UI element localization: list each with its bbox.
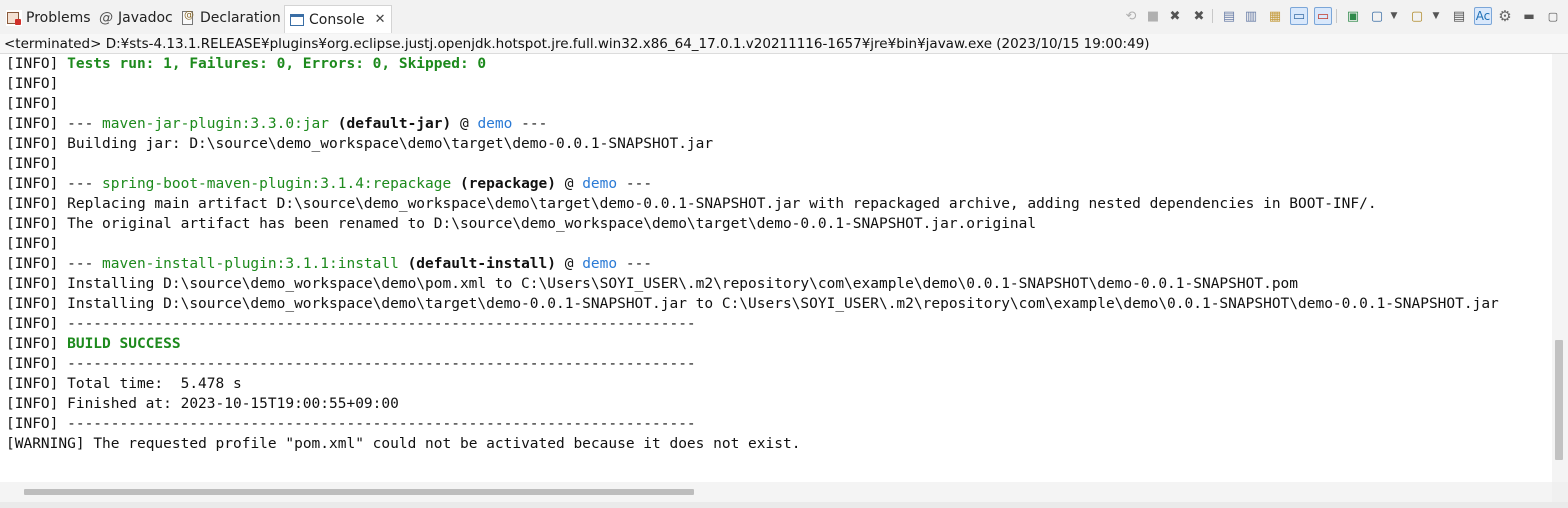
console-line: [INFO] --- maven-install-plugin:3.1.1:in… (6, 256, 653, 272)
show-when-stdout-icon[interactable]: ▦ (1266, 7, 1284, 25)
vertical-scroll-thumb[interactable] (1555, 340, 1563, 460)
vertical-scrollbar[interactable] (1552, 54, 1568, 482)
console-line: [INFO] Building jar: D:\source\demo_work… (6, 136, 714, 152)
javadoc-icon: @ (99, 10, 113, 26)
remove-all-icon[interactable]: ✖ (1190, 7, 1208, 25)
display-selected-console-icon[interactable]: ▣ (1344, 7, 1362, 25)
tab-problems[interactable]: Problems (6, 6, 91, 30)
remove-launch-icon[interactable]: ⟲ (1122, 7, 1140, 25)
console-icon (289, 12, 305, 28)
scroll-lock-icon[interactable]: ▤ (1220, 7, 1238, 25)
console-line: [INFO] Finished at: 2023-10-15T19:00:55+… (6, 396, 399, 412)
console-line: [INFO] ---------------------------------… (6, 416, 696, 432)
console-line: [INFO] Total time: 5.478 s (6, 376, 242, 392)
word-wrap-icon[interactable]: ▥ (1242, 7, 1260, 25)
tab-declaration-label: Declaration (200, 10, 281, 26)
tab-problems-label: Problems (26, 10, 91, 26)
pin-console-icon[interactable]: ▭ (1314, 7, 1332, 25)
gear-icon[interactable]: ⚙ (1496, 7, 1514, 25)
bottom-border (0, 502, 1568, 508)
tab-console[interactable]: Console ✕ (284, 5, 393, 33)
show-when-stderr-icon[interactable]: ▭ (1290, 7, 1308, 25)
console-line: [INFO] Replacing main artifact D:\source… (6, 196, 1377, 212)
tab-javadoc[interactable]: @ Javadoc (98, 6, 173, 30)
chevron-down-icon[interactable]: ▼ (1430, 7, 1442, 25)
view-tab-bar: Problems @ Javadoc Declaration Console ✕… (0, 0, 1568, 34)
horizontal-scrollbar[interactable] (0, 482, 1552, 502)
console-line: [INFO] Installing D:\source\demo_workspa… (6, 296, 1499, 312)
tab-javadoc-label: Javadoc (118, 10, 173, 26)
problems-icon (6, 10, 22, 26)
build-success-label: BUILD SUCCESS (67, 336, 181, 352)
new-console-icon[interactable]: ▢ (1408, 7, 1426, 25)
tab-declaration[interactable]: Declaration (180, 6, 281, 30)
console-line: [INFO] BUILD SUCCESS (6, 336, 181, 352)
console-line: [INFO] (6, 156, 68, 172)
launch-status: <terminated> D:¥sts-4.13.1.RELEASE¥plugi… (0, 34, 1568, 54)
console-line: [INFO] (6, 76, 68, 92)
maximize-icon[interactable]: ▢ (1544, 7, 1562, 25)
horizontal-scroll-thumb[interactable] (24, 489, 694, 495)
console-output[interactable]: [INFO] Tests run: 1, Failures: 0, Errors… (0, 54, 1552, 482)
declaration-icon (180, 10, 196, 26)
console-line: [WARNING] The requested profile "pom.xml… (6, 436, 801, 452)
console-line: [INFO] ---------------------------------… (6, 316, 696, 332)
remove-all-terminated-icon[interactable]: ✖ (1166, 7, 1184, 25)
console-line: [INFO] (6, 236, 68, 252)
scroll-corner (1552, 482, 1568, 502)
open-console-icon[interactable]: ▢ (1368, 7, 1386, 25)
console-line: [INFO] Tests run: 1, Failures: 0, Errors… (6, 56, 487, 72)
console-line: [INFO] The original artifact has been re… (6, 216, 1037, 232)
copy-icon[interactable]: ▤ (1450, 7, 1468, 25)
tab-console-label: Console (309, 11, 365, 28)
console-line: [INFO] (6, 96, 68, 112)
console-line: [INFO] --- maven-jar-plugin:3.3.0:jar (d… (6, 116, 548, 132)
terminate-icon[interactable]: ■ (1144, 7, 1162, 25)
console-line: [INFO] --- spring-boot-maven-plugin:3.1.… (6, 176, 653, 192)
auto-scroll-icon[interactable]: Ac (1474, 7, 1492, 25)
minimize-icon[interactable]: ▬ (1520, 7, 1538, 25)
console-line: [INFO] ---------------------------------… (6, 356, 696, 372)
close-icon[interactable]: ✕ (375, 12, 386, 27)
console-line: [INFO] Installing D:\source\demo_workspa… (6, 276, 1299, 292)
chevron-down-icon[interactable]: ▼ (1388, 7, 1400, 25)
